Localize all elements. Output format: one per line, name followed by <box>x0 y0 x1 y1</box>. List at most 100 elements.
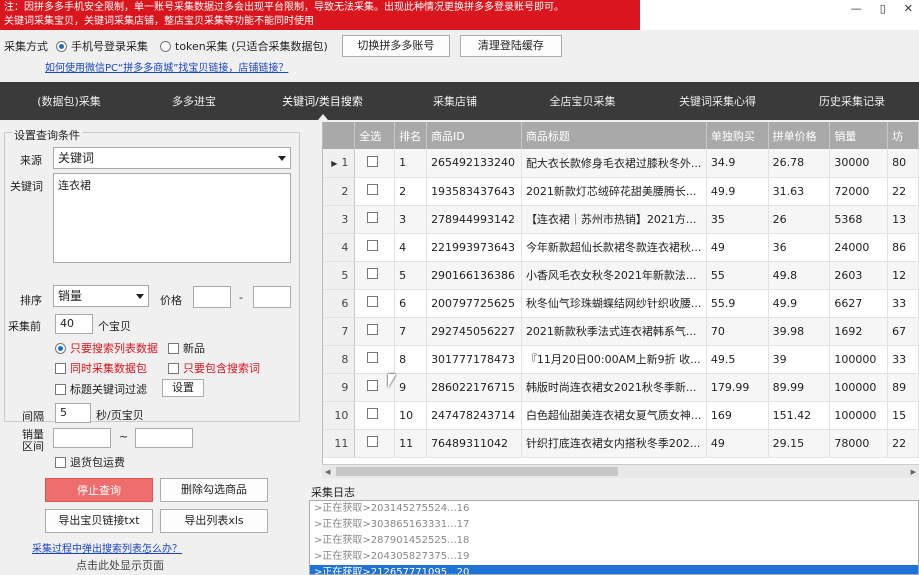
row-header[interactable]: 2 <box>323 177 356 206</box>
tab-keyword-search[interactable]: 关键词/类目搜索 <box>250 82 395 120</box>
refund-fee-option[interactable]: 退货包运费 <box>55 454 125 470</box>
mode-phone-label[interactable]: 手机号登录采集 <box>71 38 148 54</box>
cell-single-price[interactable]: 49 <box>706 233 769 262</box>
col-product-title[interactable]: 商品标题 <box>521 122 707 149</box>
cell-group-price[interactable]: 36 <box>768 233 831 262</box>
price-max-input[interactable] <box>253 286 291 308</box>
cell-product-title[interactable]: 【连衣裙｜苏州市热销】2021方... <box>521 205 707 234</box>
row-checkbox[interactable] <box>354 261 396 290</box>
log-line-selected[interactable]: >正在获取>212657771095...20 <box>310 565 918 574</box>
cell-extra[interactable]: 67 <box>887 317 919 346</box>
row-select-checkbox[interactable] <box>367 296 379 307</box>
row-checkbox[interactable] <box>354 429 396 458</box>
cell-product-title[interactable]: 2021新款灯芯绒碎花甜美腰腾长... <box>521 177 707 206</box>
cell-group-price[interactable]: 39 <box>768 345 831 374</box>
sort-select[interactable]: 销量 <box>53 285 149 307</box>
col-single-price[interactable]: 单独购买 <box>706 122 769 149</box>
log-line[interactable]: >正在获取>303865163331...17 <box>310 517 918 533</box>
cell-sales[interactable]: 2603 <box>829 261 889 290</box>
tab-history[interactable]: 历史采集记录 <box>785 82 919 120</box>
row-checkbox[interactable] <box>354 345 396 374</box>
cell-group-price[interactable]: 31.63 <box>768 177 831 206</box>
tab-keyword-tips[interactable]: 关键词采集心得 <box>650 82 785 120</box>
row-select-checkbox[interactable] <box>367 184 379 195</box>
col-rank[interactable]: 排名 <box>394 122 428 149</box>
cell-sales[interactable]: 5368 <box>829 205 889 234</box>
cell-product-title[interactable]: 秋冬仙气珍珠蝴蝶结网纱针织收腰... <box>521 289 707 318</box>
cell-sales[interactable]: 100000 <box>829 373 889 402</box>
scroll-left-icon[interactable]: ◀ <box>325 468 330 476</box>
only-list-option[interactable]: 只要搜索列表数据 <box>55 340 158 356</box>
row-select-checkbox[interactable] <box>367 240 379 251</box>
row-header[interactable]: 4 <box>323 233 356 262</box>
tab-full-shop-collect[interactable]: 全店宝贝采集 <box>515 82 650 120</box>
table-row[interactable]: 7 7 292745056227 2021新款秋季法式连衣裙韩系气... 70 39.98… <box>323 317 919 346</box>
cell-single-price[interactable]: 70 <box>706 317 769 346</box>
mode-token-label[interactable]: token采集 (只适合采集数据包) <box>175 38 328 54</box>
cell-rank[interactable]: 6 <box>394 289 428 318</box>
row-header[interactable]: 3 <box>323 205 356 234</box>
stop-query-button[interactable]: 停止查询 <box>45 478 153 502</box>
cell-rank[interactable]: 5 <box>394 261 428 290</box>
cell-single-price[interactable]: 179.99 <box>706 373 769 402</box>
row-header[interactable]: 6 <box>323 289 356 318</box>
cell-extra[interactable]: 89 <box>887 373 919 402</box>
col-product-id[interactable]: 商品ID <box>426 122 522 149</box>
cell-product-id[interactable]: 290166136386 <box>426 261 522 290</box>
interval-input[interactable]: 5 <box>55 403 91 423</box>
new-product-option[interactable]: 新品 <box>168 340 205 356</box>
row-checkbox[interactable] <box>354 317 396 346</box>
cell-rank[interactable]: 1 <box>394 149 428 178</box>
cell-sales[interactable]: 72000 <box>829 177 889 206</box>
row-select-checkbox[interactable] <box>367 436 379 447</box>
log-line[interactable]: >正在获取>204305827375...19 <box>310 549 918 565</box>
row-header[interactable]: ▶ 1 <box>323 149 356 178</box>
refund-fee-checkbox[interactable] <box>55 456 66 468</box>
cell-product-id[interactable]: 221993973643 <box>426 233 522 262</box>
col-group-price[interactable]: 拼单价格 <box>768 122 831 149</box>
cell-product-title[interactable]: 『11月20日00:00AM上新9折 收... <box>521 345 707 374</box>
cell-group-price[interactable]: 26 <box>768 205 831 234</box>
close-icon[interactable]: ✕ <box>904 2 913 15</box>
cell-extra[interactable]: 33 <box>887 289 919 318</box>
scroll-right-icon[interactable]: ▶ <box>911 468 916 476</box>
cell-sales[interactable]: 1692 <box>829 317 889 346</box>
collect-log-list[interactable]: >正在获取>203145275524...16 >正在获取>3038651633… <box>309 500 919 575</box>
cell-extra[interactable]: 12 <box>887 261 919 290</box>
cell-rank[interactable]: 8 <box>394 345 428 374</box>
cell-product-title[interactable]: 小香风毛衣女秋冬2021年新款法... <box>521 261 707 290</box>
tab-package-collect[interactable]: (数据包)采集 <box>0 82 138 120</box>
table-row[interactable]: 4 4 221993973643 今年新款超仙长款裙冬款连衣裙秋... 49 36 2400… <box>323 233 919 262</box>
cell-extra[interactable]: 86 <box>887 233 919 262</box>
title-filter-option[interactable]: 标题关键词过滤 <box>55 381 147 397</box>
cell-product-title[interactable]: 白色超仙甜美连衣裙女夏气质女神... <box>521 401 707 430</box>
mode-phone-radio[interactable] <box>56 40 67 52</box>
cell-product-title[interactable]: 针织打底连衣裙女内搭秋冬季202... <box>521 429 707 458</box>
col-sales[interactable]: 销量 <box>829 122 889 149</box>
cell-single-price[interactable]: 34.9 <box>706 149 769 178</box>
log-line[interactable]: >正在获取>287901452525...18 <box>310 533 918 549</box>
cell-product-id[interactable]: 76489311042 <box>426 429 522 458</box>
cell-single-price[interactable]: 49 <box>706 429 769 458</box>
cell-product-title[interactable]: 配大衣长款修身毛衣裙过膝秋冬外... <box>521 149 707 178</box>
with-pack-option[interactable]: 同时采集数据包 <box>55 360 147 376</box>
popup-help-link[interactable]: 采集过程中弹出搜索列表怎么办？ <box>32 540 182 555</box>
row-select-checkbox[interactable] <box>367 268 379 279</box>
row-checkbox[interactable] <box>354 289 396 318</box>
cell-group-price[interactable]: 49.8 <box>768 261 831 290</box>
new-product-checkbox[interactable] <box>168 342 179 354</box>
cell-extra[interactable]: 15 <box>887 401 919 430</box>
cell-sales[interactable]: 24000 <box>829 233 889 262</box>
col-extra[interactable]: 坊 <box>887 122 919 149</box>
table-row[interactable]: 10 10 247478243714 白色超仙甜美连衣裙女夏气质女神... 169 151… <box>323 401 919 430</box>
cell-single-price[interactable]: 35 <box>706 205 769 234</box>
cell-sales[interactable]: 78000 <box>829 429 889 458</box>
sales-min-input[interactable] <box>53 428 111 448</box>
cell-single-price[interactable]: 49.5 <box>706 345 769 374</box>
only-keyword-option[interactable]: 只要包含搜索词 <box>168 360 260 376</box>
cell-product-id[interactable]: 301777178473 <box>426 345 522 374</box>
row-header[interactable]: 11 <box>323 429 356 458</box>
cell-product-id[interactable]: 247478243714 <box>426 401 522 430</box>
show-page-hint[interactable]: 点击此处显示页面 <box>76 557 164 573</box>
cell-rank[interactable]: 4 <box>394 233 428 262</box>
